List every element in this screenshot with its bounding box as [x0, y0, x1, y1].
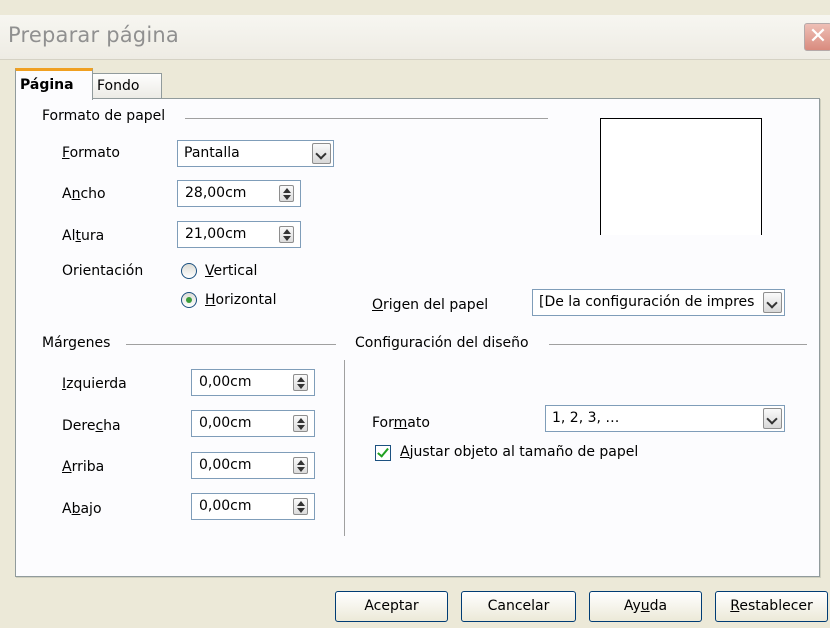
tab-pagina[interactable]: Página [15, 68, 93, 100]
spin-arrows-icon[interactable] [293, 498, 308, 515]
layout-format-value: 1, 2, 3, … [552, 410, 620, 426]
page-preview [600, 118, 762, 235]
paper-format-separator [185, 118, 548, 119]
orientation-label: Orientación [62, 263, 144, 279]
chevron-down-icon[interactable] [763, 408, 782, 429]
margins-heading: Márgenes [42, 335, 111, 351]
ok-button[interactable]: Aceptar [335, 591, 448, 622]
landscape-radio[interactable] [181, 292, 197, 308]
layout-separator [549, 344, 807, 345]
tab-fondo[interactable]: Fondo [92, 73, 162, 98]
margin-bottom-spinner[interactable]: 0,00cm [191, 493, 315, 520]
width-label: Ancho [62, 186, 106, 202]
reset-button[interactable]: Restablecer [715, 591, 828, 622]
margin-right-spinner[interactable]: 0,00cm [191, 410, 315, 437]
height-spinner[interactable]: 21,00cm [177, 221, 301, 248]
height-label: Altura [62, 228, 105, 244]
layout-heading: Configuración del diseño [355, 335, 529, 351]
layout-format-label: Formato [372, 415, 430, 431]
help-button[interactable]: Ayuda [589, 591, 702, 622]
spin-arrows-icon[interactable] [293, 374, 308, 391]
portrait-label[interactable]: Vertical [205, 263, 257, 279]
margin-top-spinner[interactable]: 0,00cm [191, 452, 315, 479]
portrait-radio[interactable] [181, 263, 197, 279]
close-button[interactable]: ✕ [804, 23, 830, 51]
margin-left-label: Izquierda [62, 376, 127, 392]
cancel-button[interactable]: Cancelar [461, 591, 576, 622]
height-value: 21,00cm [185, 226, 247, 242]
fit-object-label[interactable]: Ajustar objeto al tamaño de papel [400, 444, 638, 460]
spin-arrows-icon[interactable] [293, 457, 308, 474]
margin-bottom-label: Abajo [62, 501, 102, 517]
margin-right-value: 0,00cm [199, 415, 252, 431]
paper-source-select[interactable]: [De la configuración de impres [532, 289, 785, 316]
tab-fondo-label: Fondo [97, 78, 140, 94]
spin-arrows-icon[interactable] [293, 415, 308, 432]
paper-source-label: Origen del papel [372, 297, 489, 313]
spin-arrows-icon[interactable] [279, 226, 294, 243]
margin-right-label: Derecha [62, 418, 121, 434]
margin-top-value: 0,00cm [199, 457, 252, 473]
paper-source-value: [De la configuración de impres [539, 294, 755, 310]
margin-left-spinner[interactable]: 0,00cm [191, 369, 315, 396]
width-spinner[interactable]: 28,00cm [177, 180, 301, 207]
format-label: Formato [62, 145, 120, 161]
layout-format-select[interactable]: 1, 2, 3, … [545, 405, 785, 432]
chevron-down-icon[interactable] [763, 292, 782, 313]
margin-top-label: Arriba [62, 459, 105, 475]
spin-arrows-icon[interactable] [279, 185, 294, 202]
paper-format-heading: Formato de papel [42, 108, 166, 124]
chevron-down-icon[interactable] [312, 143, 331, 164]
vertical-separator [344, 360, 345, 536]
width-value: 28,00cm [185, 185, 247, 201]
fit-object-checkbox[interactable] [375, 445, 391, 461]
format-select-value: Pantalla [184, 145, 240, 161]
format-label-text: ormato [69, 145, 120, 161]
title-bar: Preparar página ✕ [0, 15, 830, 60]
margin-left-value: 0,00cm [199, 374, 252, 390]
dialog-title: Preparar página [8, 23, 179, 47]
margin-bottom-value: 0,00cm [199, 498, 252, 514]
format-select[interactable]: Pantalla [177, 140, 334, 167]
close-icon: ✕ [808, 24, 828, 49]
landscape-label[interactable]: Horizontal [205, 292, 277, 308]
tab-pagina-label: Página [20, 77, 74, 93]
margins-separator [126, 344, 336, 345]
